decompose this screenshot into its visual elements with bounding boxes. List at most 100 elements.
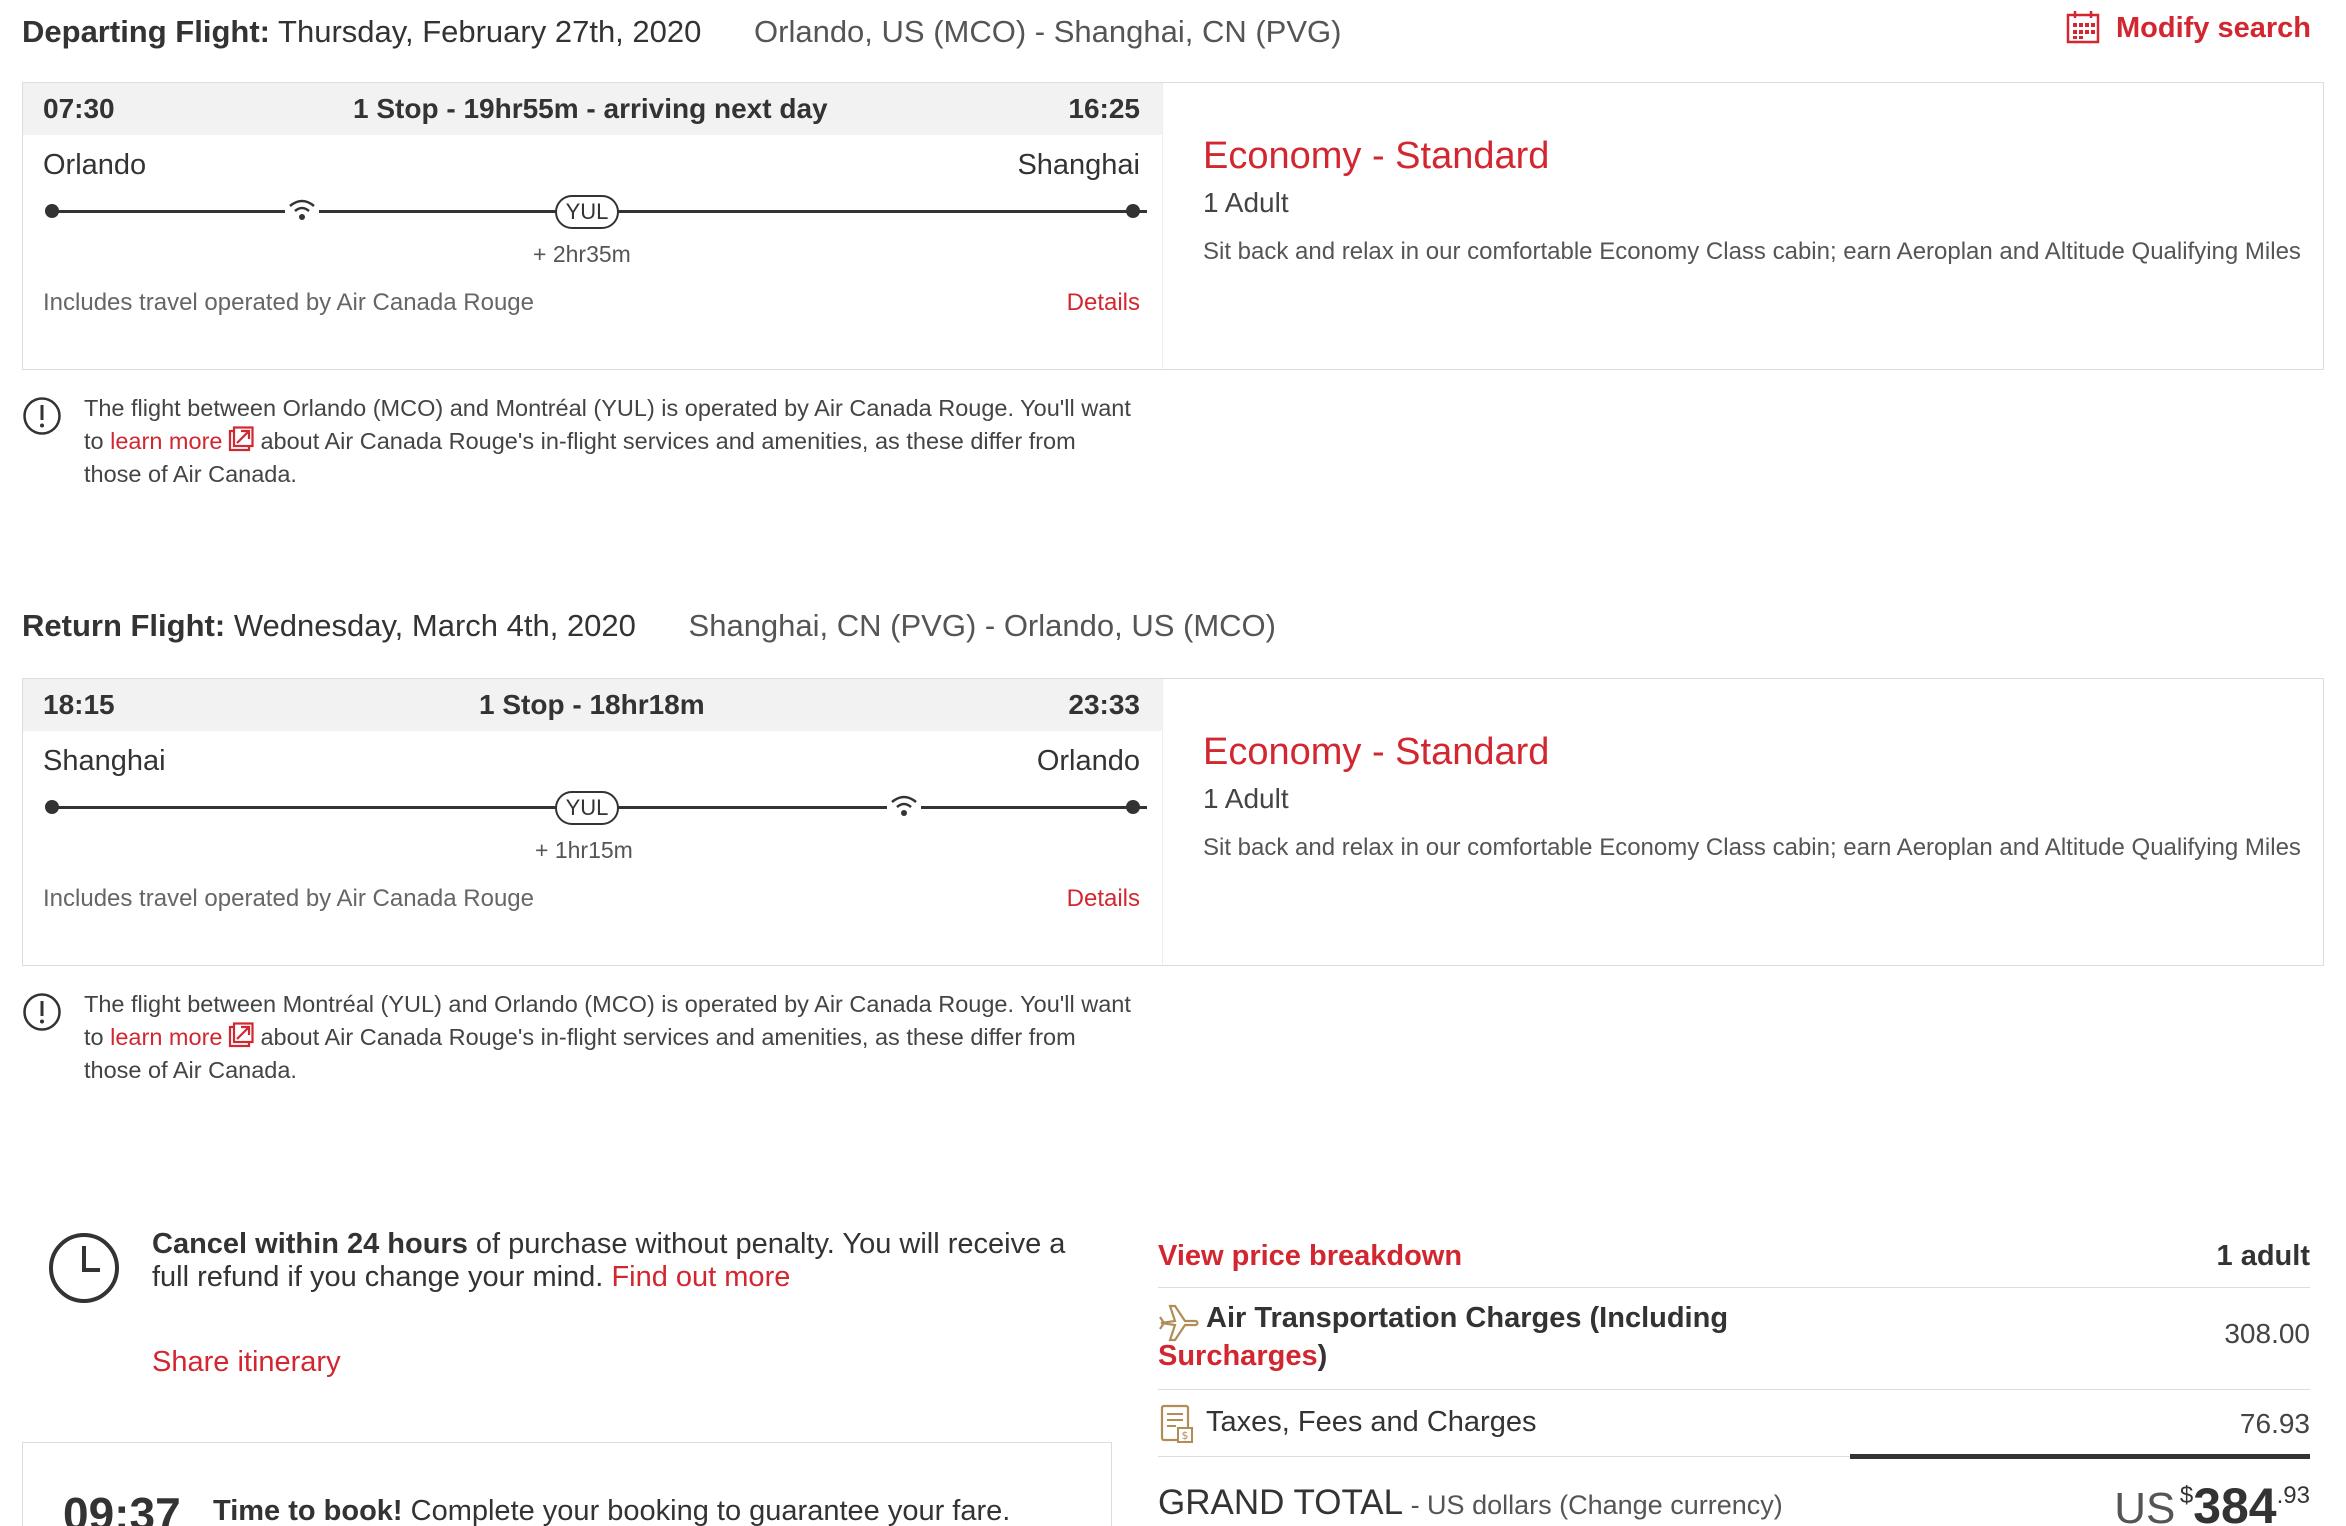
wifi-icon <box>887 791 921 821</box>
grand-total-currency-note: - US dollars ( <box>1403 1490 1569 1520</box>
operated-by-note: Includes travel operated by Air Canada R… <box>43 289 534 316</box>
origin-dot <box>45 204 59 218</box>
view-price-breakdown-link[interactable]: View price breakdown <box>1158 1240 1462 1273</box>
change-currency-link[interactable]: Change currency <box>1568 1490 1774 1520</box>
return-date: Wednesday, March 4th, 2020 <box>233 608 636 643</box>
departing-itinerary: 07:30 1 Stop - 19hr55m - arriving next d… <box>23 83 1163 369</box>
wifi-icon <box>285 195 319 225</box>
departing-rouge-notice: The flight between Orlando (MCO) and Mon… <box>22 392 1182 502</box>
total-cents: .93 <box>2276 1482 2310 1509</box>
origin-city: Shanghai <box>43 745 166 777</box>
destination-city: Orlando <box>1036 745 1140 777</box>
learn-more-link[interactable]: learn more <box>110 1024 222 1050</box>
return-summary-bar: 18:15 1 Stop - 18hr18m 23:33 <box>23 679 1162 731</box>
grand-total-title: GRAND TOTAL <box>1158 1483 1404 1522</box>
stop-badge[interactable]: YUL <box>555 195 619 229</box>
operated-by-note: Includes travel operated by Air Canada R… <box>43 885 534 912</box>
grand-total-amount: US $384.93 <box>2114 1477 2310 1526</box>
share-itinerary-link[interactable]: Share itinerary <box>152 1346 341 1379</box>
departing-fare[interactable]: Economy - Standard 1 Adult Sit back and … <box>1183 83 2323 369</box>
cancel-policy-bold: Cancel within 24 hours <box>152 1228 468 1260</box>
arrival-time: 23:33 <box>1068 689 1140 720</box>
departing-summary-bar: 07:30 1 Stop - 19hr55m - arriving next d… <box>23 83 1162 135</box>
modify-search-label: Modify search <box>2116 12 2311 44</box>
departing-time: 07:30 <box>43 93 115 124</box>
return-label: Return Flight: <box>22 608 226 643</box>
learn-more-link[interactable]: learn more <box>110 428 222 454</box>
fare-description: Sit back and relax in our comfortable Ec… <box>1203 834 2301 861</box>
air-charges-label-line2: Surcharges) <box>1158 1340 1327 1373</box>
passenger-count: 1 Adult <box>1203 187 1289 218</box>
notice-line-3: those of Air Canada. <box>84 461 297 487</box>
currency-symbol: $ <box>2179 1482 2194 1509</box>
details-link[interactable]: Details <box>1067 885 1140 913</box>
grand-total-bar <box>1850 1454 2310 1459</box>
timer-message-body: Complete your booking to guarantee your … <box>402 1495 1011 1526</box>
taxes-row: $ Taxes, Fees and Charges 76.93 <box>1158 1390 2310 1460</box>
svg-text:$: $ <box>1182 1429 1189 1442</box>
departing-time: 18:15 <box>43 689 115 720</box>
notice-to: to <box>84 1024 104 1050</box>
notice-line-2: about Air Canada Rouge's in-flight servi… <box>260 1024 1076 1050</box>
notice-line-3: those of Air Canada. <box>84 1057 297 1083</box>
taxes-amount: 76.93 <box>2239 1408 2310 1439</box>
fare-name: Economy - Standard <box>1203 135 1550 177</box>
departing-title: Departing Flight: Thursday, February 27t… <box>22 14 1341 50</box>
layover-duration: + 2hr35m <box>533 241 631 267</box>
return-flight-card: 18:15 1 Stop - 18hr18m 23:33 Shanghai Or… <box>22 678 2324 966</box>
external-link-icon[interactable] <box>228 1022 255 1048</box>
details-link[interactable]: Details <box>1067 289 1140 317</box>
currency-code: US <box>2114 1484 2176 1526</box>
external-link-icon[interactable] <box>228 426 255 452</box>
departing-label: Departing Flight: <box>22 14 270 49</box>
alert-icon <box>23 993 61 1031</box>
destination-city: Shanghai <box>1017 149 1140 181</box>
airplane-icon <box>1159 1304 1199 1342</box>
grand-total-label: GRAND TOTAL - US dollars (Change currenc… <box>1158 1483 1783 1523</box>
grand-total-row: GRAND TOTAL - US dollars (Change currenc… <box>1158 1454 2310 1526</box>
return-summary: 1 Stop - 18hr18m <box>479 689 705 720</box>
fare-description: Sit back and relax in our comfortable Ec… <box>1203 238 2301 265</box>
air-charges-row: Air Transportation Charges (Including Su… <box>1158 1288 2310 1390</box>
total-dollars: 384 <box>2193 1478 2277 1526</box>
passenger-count: 1 adult <box>2216 1240 2310 1272</box>
alert-icon <box>23 397 61 435</box>
surcharges-link[interactable]: Surcharges <box>1158 1340 1318 1372</box>
calendar-icon <box>2066 11 2100 44</box>
origin-dot <box>45 800 59 814</box>
return-route: Shanghai, CN (PVG) - Orlando, US (MCO) <box>688 608 1276 643</box>
price-summary-header: View price breakdown 1 adult <box>1158 1232 2310 1288</box>
receipt-icon: $ <box>1160 1404 1193 1443</box>
air-charges-amount: 308.00 <box>2224 1318 2310 1349</box>
timer-message-bold: Time to book! <box>213 1495 403 1526</box>
destination-dot <box>1126 204 1140 218</box>
destination-dot <box>1126 800 1140 814</box>
notice-line-1: The flight between Orlando (MCO) and Mon… <box>84 395 1131 421</box>
notice-line-1: The flight between Montréal (YUL) and Or… <box>84 991 1131 1017</box>
return-rouge-notice: The flight between Montréal (YUL) and Or… <box>22 988 1182 1098</box>
notice-to: to <box>84 428 104 454</box>
departing-date: Thursday, February 27th, 2020 <box>278 14 702 49</box>
taxes-label: Taxes, Fees and Charges <box>1206 1406 1537 1438</box>
cancel-policy-text: Cancel within 24 hours of purchase witho… <box>152 1228 1102 1294</box>
notice-line-2: about Air Canada Rouge's in-flight servi… <box>260 428 1076 454</box>
timer-message: Time to book! Complete your booking to g… <box>213 1495 1010 1526</box>
countdown-timer: 09:37 <box>63 1488 181 1526</box>
clock-icon <box>49 1233 119 1303</box>
fare-name: Economy - Standard <box>1203 731 1550 773</box>
booking-timer-box: 09:37 Time to book! Complete your bookin… <box>22 1442 1112 1526</box>
arrival-time: 16:25 <box>1068 93 1140 124</box>
air-charges-label: Air Transportation Charges (Including <box>1206 1302 1729 1334</box>
return-itinerary: 18:15 1 Stop - 18hr18m 23:33 Shanghai Or… <box>23 679 1163 965</box>
return-title: Return Flight: Wednesday, March 4th, 202… <box>22 608 1276 644</box>
stop-badge[interactable]: YUL <box>555 791 619 825</box>
find-out-more-link[interactable]: Find out more <box>611 1261 790 1293</box>
return-fare[interactable]: Economy - Standard 1 Adult Sit back and … <box>1183 679 2323 965</box>
departing-flight-card: 07:30 1 Stop - 19hr55m - arriving next d… <box>22 82 2324 370</box>
layover-duration: + 1hr15m <box>535 837 633 863</box>
departing-summary: 1 Stop - 19hr55m - arriving next day <box>353 93 828 124</box>
origin-city: Orlando <box>43 149 147 181</box>
passenger-count: 1 Adult <box>1203 783 1289 814</box>
departing-route: Orlando, US (MCO) - Shanghai, CN (PVG) <box>754 14 1342 49</box>
grand-total-paren: ) <box>1773 1490 1783 1520</box>
